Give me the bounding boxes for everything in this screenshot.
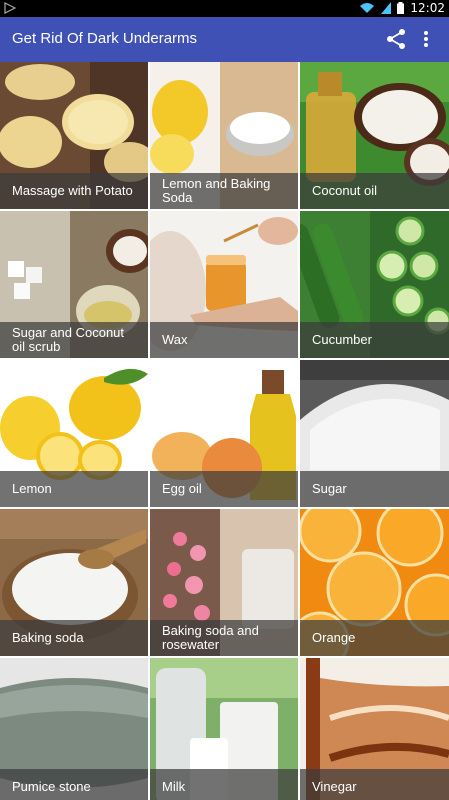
tile-milk[interactable]: Milk xyxy=(150,658,298,800)
battery-icon xyxy=(397,2,405,14)
tile-label: Wax xyxy=(162,332,188,347)
tile-caption: Coconut oil xyxy=(300,173,449,209)
tile-baking-soda[interactable]: Baking soda xyxy=(0,509,148,656)
tile-caption: Massage with Potato xyxy=(0,173,148,209)
tile-caption: Cucumber xyxy=(300,322,449,358)
tile-label: Pumice stone xyxy=(12,779,91,794)
tile-label: Orange xyxy=(312,630,356,645)
tile-label: Sugar and Coconut oil scrub xyxy=(12,325,125,354)
tile-label: Coconut oil xyxy=(312,183,378,198)
tile-label: Baking soda and rosewater xyxy=(162,623,259,652)
tile-wax[interactable]: Wax xyxy=(150,211,298,358)
more-vert-icon[interactable] xyxy=(416,27,436,51)
tile-egg-oil[interactable]: Egg oil xyxy=(150,360,298,507)
tile-baking-soda-rosewater[interactable]: Baking soda and rosewater xyxy=(150,509,298,656)
tile-label: Massage with Potato xyxy=(12,183,133,198)
tile-lemon[interactable]: Lemon xyxy=(0,360,148,507)
signal-icon xyxy=(381,2,392,14)
play-store-icon xyxy=(4,2,16,14)
tile-caption: Lemon xyxy=(0,471,148,507)
app-bar: Get Rid Of Dark Underarms xyxy=(0,17,449,62)
wifi-icon xyxy=(360,3,375,13)
tile-label: Lemon xyxy=(12,481,52,496)
tile-label: Vinegar xyxy=(312,779,357,794)
tile-caption: Pumice stone xyxy=(0,769,148,800)
tile-caption: Lemon and Baking Soda xyxy=(150,173,298,209)
tile-label: Sugar xyxy=(312,481,347,496)
tile-lemon-and-baking-soda[interactable]: Lemon and Baking Soda xyxy=(150,62,298,209)
tile-pumice-stone[interactable]: Pumice stone xyxy=(0,658,148,800)
tile-caption: Vinegar xyxy=(300,769,449,800)
tile-caption: Egg oil xyxy=(150,471,298,507)
tile-sugar[interactable]: Sugar xyxy=(300,360,449,507)
tile-label: Baking soda xyxy=(12,630,84,645)
tile-label: Cucumber xyxy=(312,332,372,347)
tile-cucumber[interactable]: Cucumber xyxy=(300,211,449,358)
remedy-grid: Massage with Potato Lemon and Baking Sod… xyxy=(0,62,449,800)
tile-label: Milk xyxy=(162,779,186,794)
tile-caption: Wax xyxy=(150,322,298,358)
tile-caption: Sugar and Coconut oil scrub xyxy=(0,322,148,358)
status-bar: 12:02 xyxy=(0,0,449,17)
tile-caption: Baking soda xyxy=(0,620,148,656)
tile-orange[interactable]: Orange xyxy=(300,509,449,656)
tile-label: Egg oil xyxy=(162,481,202,496)
tile-label: Lemon and Baking Soda xyxy=(162,176,271,205)
status-time: 12:02 xyxy=(410,1,445,15)
tile-caption: Milk xyxy=(150,769,298,800)
page-title: Get Rid Of Dark Underarms xyxy=(12,30,198,47)
tile-sugar-coconut-scrub[interactable]: Sugar and Coconut oil scrub xyxy=(0,211,148,358)
tile-massage-with-potato[interactable]: Massage with Potato xyxy=(0,62,148,209)
tile-caption: Orange xyxy=(300,620,449,656)
tile-caption: Sugar xyxy=(300,471,449,507)
share-icon[interactable] xyxy=(384,27,408,51)
tile-caption: Baking soda and rosewater xyxy=(150,620,298,656)
tile-coconut-oil[interactable]: Coconut oil xyxy=(300,62,449,209)
tile-vinegar[interactable]: Vinegar xyxy=(300,658,449,800)
